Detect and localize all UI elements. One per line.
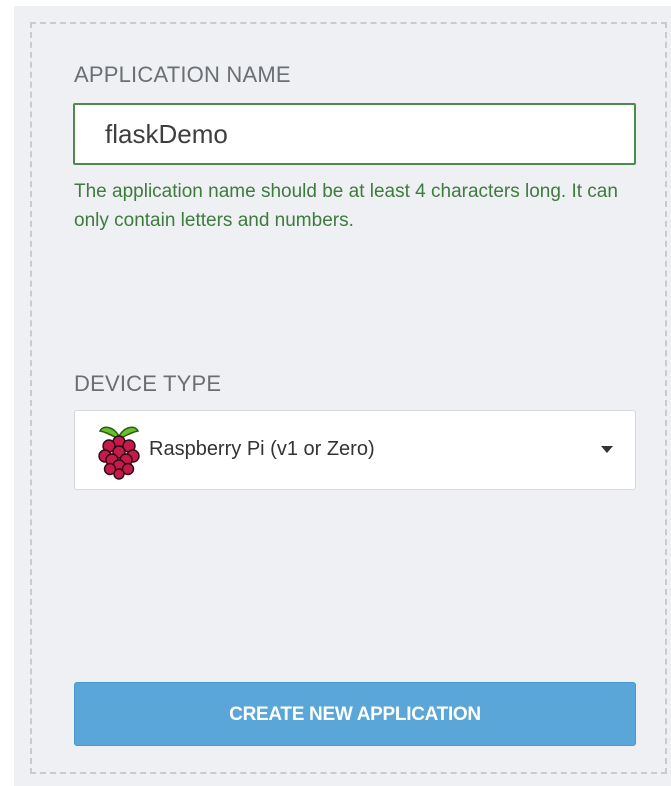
create-new-application-button[interactable]: CREATE NEW APPLICATION bbox=[74, 682, 636, 746]
application-name-help-text: The application name should be at least … bbox=[74, 181, 618, 231]
device-type-selected-value: Raspberry Pi (v1 or Zero) bbox=[149, 438, 375, 460]
application-name-label: APPLICATION NAME bbox=[74, 62, 291, 87]
application-name-input[interactable] bbox=[73, 103, 636, 165]
device-type-label: DEVICE TYPE bbox=[74, 371, 222, 396]
raspberry-pi-icon bbox=[98, 426, 140, 480]
device-type-select[interactable]: Raspberry Pi (v1 or Zero) bbox=[74, 410, 636, 490]
chevron-down-icon bbox=[601, 446, 613, 453]
